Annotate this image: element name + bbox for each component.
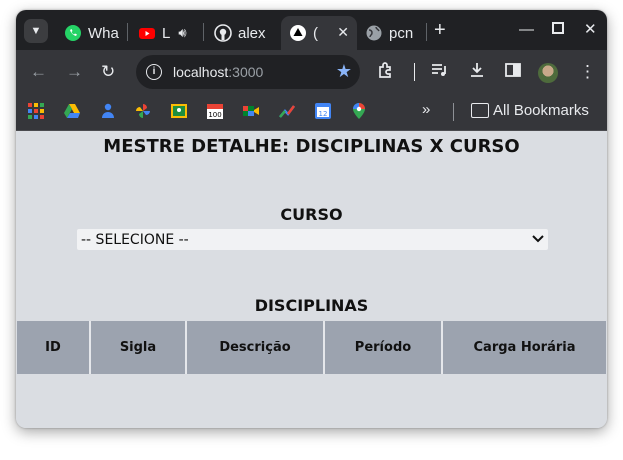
svg-text:12: 12 [319,110,328,118]
tab-search-icon[interactable]: ▼ [24,19,48,43]
tab-label: pcn [389,24,414,42]
pinwheel-icon[interactable] [134,102,152,120]
close-window-icon[interactable]: ✕ [584,20,597,40]
github-icon [214,24,232,42]
browser-toolbar: ← → ↻ i localhost:3000 ★ ⋮ [16,50,607,94]
side-panel-icon[interactable] [504,61,522,85]
analytics-icon[interactable] [278,102,296,120]
page-content: MESTRE DETALHE: DISCIPLINAS X CURSO CURS… [16,131,607,428]
disciplinas-label: DISCIPLINAS [254,296,369,315]
globe-icon [365,24,383,42]
column-header-sigla[interactable]: Sigla [91,321,187,374]
tab-github[interactable]: alex [206,16,278,50]
calendar-100-icon[interactable]: 100 [206,102,224,120]
tab-pcn[interactable]: pcn [357,16,425,50]
tab-active[interactable]: ( ✕ [281,16,357,50]
app-icon [289,24,307,42]
bookmarks-bar: 100 12 » All Bookmarks [16,94,607,131]
tab-strip: ▼ Wha L 🔊︎ alex ( ✕ pcn + — ✕ [16,10,607,50]
profile-avatar[interactable] [538,63,558,83]
svg-text:100: 100 [208,111,221,119]
disciplinas-table: ID Sigla Descrição Período Carga Horária [17,321,606,374]
bookmark-star-icon[interactable]: ★ [336,61,352,82]
reload-icon[interactable]: ↻ [101,61,115,83]
speaker-icon[interactable]: 🔊︎ [178,25,186,41]
tab-separator [127,23,128,41]
apps-grid-icon[interactable] [27,102,45,120]
minimize-icon[interactable]: — [519,20,534,40]
column-header-carga-horaria[interactable]: Carga Horária [443,321,606,374]
youtube-icon [138,24,156,42]
close-tab-icon[interactable]: ✕ [337,24,349,41]
tab-separator [203,23,204,41]
curso-select-value: -- SELECIONE -- [81,231,189,248]
address-text: localhost:3000 [173,64,264,80]
calendar-icon[interactable]: 12 [314,102,332,120]
new-tab-icon[interactable]: + [434,19,446,41]
bookmarks-divider [453,103,454,121]
address-bar[interactable]: i localhost:3000 ★ [136,55,360,89]
tab-label: L [162,24,171,42]
tab-whatsapp[interactable]: Wha [56,16,126,50]
tab-label: alex [238,24,266,42]
media-control-icon[interactable] [430,61,448,85]
google-drive-icon[interactable] [63,102,81,120]
maximize-icon[interactable] [552,20,564,40]
meet-icon[interactable] [242,102,260,120]
person-icon[interactable] [99,102,117,120]
whatsapp-icon [64,24,82,42]
back-icon[interactable]: ← [30,61,47,83]
classroom-icon[interactable] [170,102,188,120]
extensions-icon[interactable] [377,61,395,85]
menu-kebab-icon[interactable]: ⋮ [579,61,596,83]
curso-select[interactable]: -- SELECIONE -- [77,229,548,250]
maps-pin-icon[interactable] [350,102,368,120]
more-bookmarks-icon[interactable]: » [422,101,430,118]
browser-window: ▼ Wha L 🔊︎ alex ( ✕ pcn + — ✕ ← → ↻ i lo… [16,10,607,428]
tab-label: ( [313,24,318,42]
all-bookmarks-link[interactable]: All Bookmarks [493,102,589,119]
tab-separator [426,23,427,41]
tab-label: Wha [88,24,119,42]
column-header-id[interactable]: ID [17,321,91,374]
column-header-periodo[interactable]: Período [325,321,443,374]
forward-icon[interactable]: → [66,61,83,83]
site-info-icon[interactable]: i [146,64,162,80]
page-title: MESTRE DETALHE: DISCIPLINAS X CURSO [103,136,520,157]
folder-icon[interactable] [471,103,489,118]
download-icon[interactable] [468,61,486,85]
toolbar-divider [414,63,415,81]
table-header-row: ID Sigla Descrição Período Carga Horária [17,321,606,374]
tab-youtube[interactable]: L 🔊︎ [130,16,200,50]
curso-label: CURSO [280,205,343,224]
chevron-down-icon [532,232,544,247]
column-header-descricao[interactable]: Descrição [187,321,325,374]
